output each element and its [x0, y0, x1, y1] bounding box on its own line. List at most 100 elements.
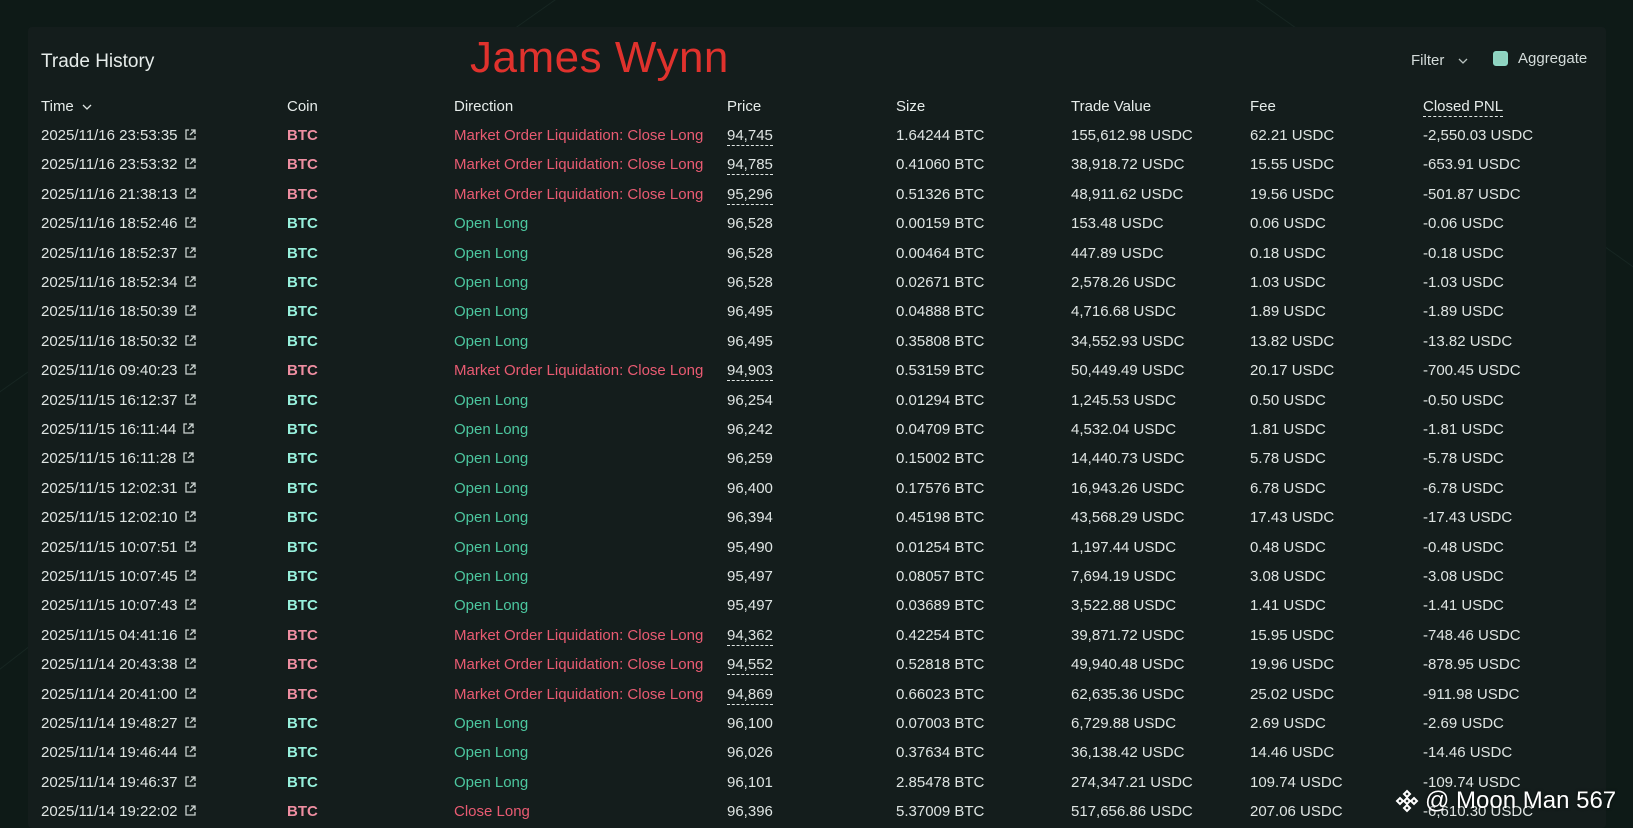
aggregate-checkbox[interactable]	[1493, 51, 1508, 66]
price-cell[interactable]: 94,785	[727, 150, 773, 179]
table-row[interactable]: 2025/11/14 20:43:38 BTC Market Order Liqui…	[28, 650, 1606, 679]
column-header-fee[interactable]: Fee	[1250, 92, 1276, 121]
price-cell[interactable]: 95,296	[727, 180, 773, 209]
external-link-icon[interactable]	[182, 422, 195, 435]
external-link-icon[interactable]	[184, 598, 197, 611]
table-row[interactable]: 2025/11/16 21:38:13 BTC Market Order Liqui…	[28, 180, 1606, 209]
coin-cell[interactable]: BTC	[287, 591, 318, 620]
table-row[interactable]: 2025/11/16 23:53:32 BTC Market Order Liqui…	[28, 150, 1606, 179]
table-row[interactable]: 2025/11/15 10:07:45 BTC Open Long 95,497 0.0…	[28, 562, 1606, 591]
price-cell[interactable]: 94,552	[727, 650, 773, 679]
table-row[interactable]: 2025/11/16 23:53:35 BTC Market Order Liqui…	[28, 121, 1606, 150]
column-header-closed-pnl[interactable]: Closed PNL	[1423, 92, 1504, 121]
table-row[interactable]: 2025/11/14 19:46:44 BTC Open Long 96,026 0.3…	[28, 738, 1606, 767]
coin-cell[interactable]: BTC	[287, 738, 318, 767]
table-row[interactable]: 2025/11/14 19:46:37 BTC Open Long 96,101 2.8…	[28, 768, 1606, 797]
table-row[interactable]: 2025/11/16 09:40:23 BTC Market Order Liqui…	[28, 356, 1606, 385]
coin-cell[interactable]: BTC	[287, 533, 318, 562]
table-row[interactable]: 2025/11/15 12:02:31 BTC Open Long 96,400 0.1…	[28, 474, 1606, 503]
table-row[interactable]: 2025/11/14 19:22:02 BTC Close Long 96,396 5.…	[28, 797, 1606, 826]
coin-cell[interactable]: BTC	[287, 297, 318, 326]
column-header-size[interactable]: Size	[896, 92, 925, 121]
external-link-icon[interactable]	[184, 540, 197, 553]
table-row[interactable]: 2025/11/16 18:52:46 BTC Open Long 96,528 0.0…	[28, 209, 1606, 238]
external-link-icon[interactable]	[184, 804, 197, 817]
coin-cell[interactable]: BTC	[287, 797, 318, 826]
external-link-icon[interactable]	[184, 275, 197, 288]
table-row[interactable]: 2025/11/14 20:41:00 BTC Market Order Liqui…	[28, 680, 1606, 709]
external-link-icon[interactable]	[184, 246, 197, 259]
external-link-icon[interactable]	[184, 569, 197, 582]
table-row[interactable]: 2025/11/16 18:50:32 BTC Open Long 96,495 0.3…	[28, 327, 1606, 356]
coin-cell[interactable]: BTC	[287, 768, 318, 797]
table-row[interactable]: 2025/11/16 18:50:39 BTC Open Long 96,495 0.0…	[28, 297, 1606, 326]
column-header-direction[interactable]: Direction	[454, 92, 513, 121]
coin-cell[interactable]: BTC	[287, 650, 318, 679]
external-link-icon[interactable]	[184, 363, 197, 376]
table-row[interactable]: 2025/11/16 18:52:37 BTC Open Long 96,528 0.0…	[28, 239, 1606, 268]
fee-cell: 6.78 USDC	[1250, 479, 1326, 497]
column-header-trade-value[interactable]: Trade Value	[1071, 92, 1151, 121]
external-link-icon[interactable]	[184, 657, 197, 670]
coin-cell[interactable]: BTC	[287, 239, 318, 268]
trade-value-cell: 36,138.42 USDC	[1071, 744, 1185, 762]
price-cell[interactable]: 94,362	[727, 621, 773, 650]
coin-cell[interactable]: BTC	[287, 709, 318, 738]
coin-cell[interactable]: BTC	[287, 503, 318, 532]
external-link-icon[interactable]	[184, 157, 197, 170]
coin-cell[interactable]: BTC	[287, 150, 318, 179]
external-link-icon[interactable]	[184, 128, 197, 141]
coin-cell[interactable]: BTC	[287, 562, 318, 591]
coin-cell[interactable]: BTC	[287, 356, 318, 385]
table-row[interactable]: 2025/11/15 16:11:44 BTC Open Long 96,242 0.0…	[28, 415, 1606, 444]
price-cell: 96,026	[727, 744, 773, 762]
table-row[interactable]: 2025/11/15 16:12:37 BTC Open Long 96,254 0.0…	[28, 386, 1606, 415]
trade-value-cell: 49,940.48 USDC	[1071, 656, 1185, 674]
price-cell[interactable]: 94,745	[727, 121, 773, 150]
column-header-coin[interactable]: Coin	[287, 92, 318, 121]
price-cell[interactable]: 94,903	[727, 356, 773, 385]
coin-cell[interactable]: BTC	[287, 268, 318, 297]
external-link-icon[interactable]	[184, 775, 197, 788]
external-link-icon[interactable]	[184, 187, 197, 200]
column-header-time[interactable]: Time	[41, 92, 92, 121]
external-link-icon[interactable]	[184, 481, 197, 494]
external-link-icon[interactable]	[182, 451, 195, 464]
coin-cell[interactable]: BTC	[287, 180, 318, 209]
aggregate-toggle[interactable]: Aggregate	[1493, 50, 1587, 67]
table-row[interactable]: 2025/11/15 12:02:10 BTC Open Long 96,394 0.4…	[28, 503, 1606, 532]
table-row[interactable]: 2025/11/15 04:41:16 BTC Market Order Liqui…	[28, 621, 1606, 650]
coin-cell[interactable]: BTC	[287, 415, 318, 444]
coin-cell[interactable]: BTC	[287, 680, 318, 709]
coin-cell[interactable]: BTC	[287, 621, 318, 650]
coin-cell[interactable]: BTC	[287, 444, 318, 473]
external-link-icon[interactable]	[184, 716, 197, 729]
external-link-icon[interactable]	[184, 304, 197, 317]
coin-cell[interactable]: BTC	[287, 474, 318, 503]
table-row[interactable]: 2025/11/15 10:07:43 BTC Open Long 95,497 0.0…	[28, 591, 1606, 620]
table-row[interactable]: 2025/11/15 16:11:28 BTC Open Long 96,259 0.1…	[28, 444, 1606, 473]
coin-cell[interactable]: BTC	[287, 327, 318, 356]
time-value: 2025/11/16 18:52:34	[41, 274, 178, 291]
trade-value-cell: 153.48 USDC	[1071, 215, 1164, 233]
external-link-icon[interactable]	[184, 628, 197, 641]
table-row[interactable]: 2025/11/14 19:48:27 BTC Open Long 96,100 0.0…	[28, 709, 1606, 738]
external-link-icon[interactable]	[184, 687, 197, 700]
coin-cell[interactable]: BTC	[287, 121, 318, 150]
table-row[interactable]: 2025/11/15 10:07:51 BTC Open Long 95,490 0.0…	[28, 533, 1606, 562]
trade-value-cell: 6,729.88 USDC	[1071, 715, 1177, 732]
coin-cell[interactable]: BTC	[287, 209, 318, 238]
coin-cell[interactable]: BTC	[287, 386, 318, 415]
external-link-icon[interactable]	[184, 393, 197, 406]
table-row[interactable]: 2025/11/16 18:52:34 BTC Open Long 96,528 0.0…	[28, 268, 1606, 297]
direction-cell: Open Long	[454, 421, 529, 438]
price-cell[interactable]: 94,869	[727, 680, 773, 709]
column-header-price[interactable]: Price	[727, 92, 761, 121]
fee-cell: 0.06 USDC	[1250, 215, 1326, 233]
filter-dropdown[interactable]: Filter	[1411, 52, 1468, 69]
external-link-icon[interactable]	[184, 745, 197, 758]
time-cell: 2025/11/15 16:11:28	[41, 444, 195, 473]
external-link-icon[interactable]	[184, 334, 197, 347]
external-link-icon[interactable]	[184, 216, 197, 229]
external-link-icon[interactable]	[184, 510, 197, 523]
